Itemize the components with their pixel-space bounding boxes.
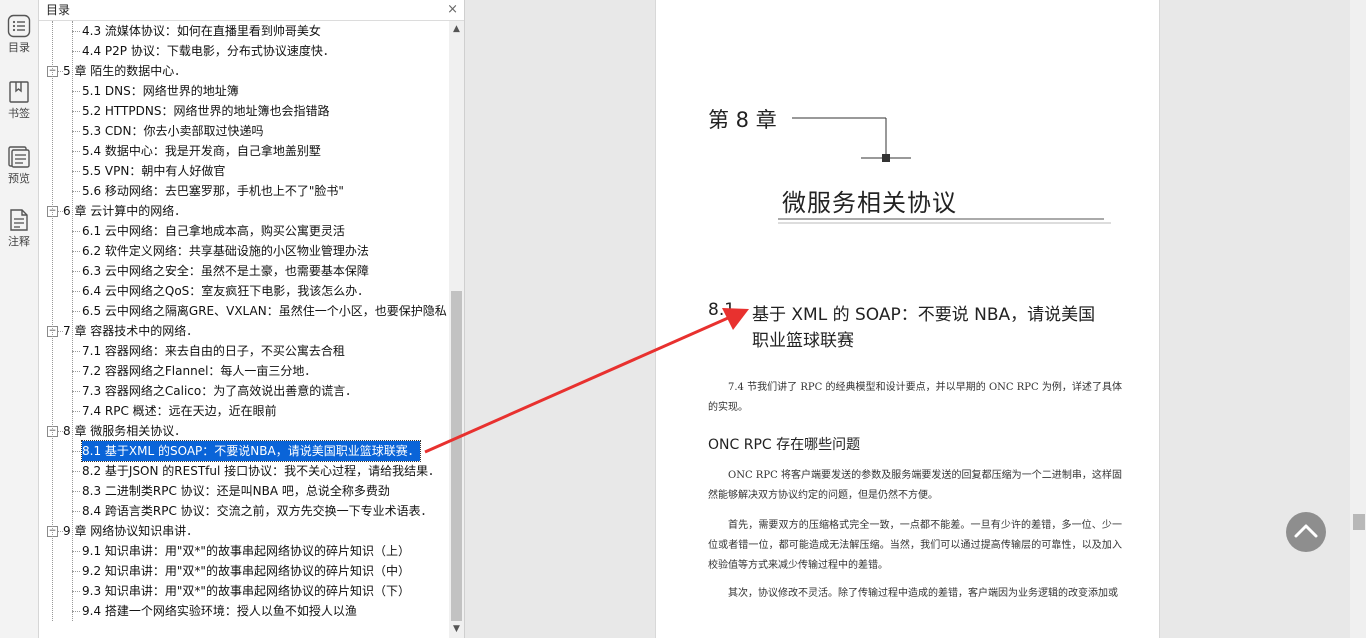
rail-label-preview: 预览 xyxy=(8,172,30,185)
toc-section-item[interactable]: 8.4 跨语言类RPC 协议：交流之前，双方先交换一下专业术语表． xyxy=(82,501,433,521)
rail-item-toc[interactable]: 目录 xyxy=(0,14,38,55)
toc-scroll-thumb[interactable] xyxy=(451,291,462,621)
toc-section-item[interactable]: 8.1 基于XML 的SOAP：不要说NBA，请说美国职业篮球联赛． xyxy=(81,440,421,462)
close-icon[interactable]: × xyxy=(447,0,458,20)
toc-tree: 4.3 流媒体协议：如何在直播里看到帅哥美女 4.4 P2P 协议：下载电影，分布… xyxy=(39,21,449,638)
toc-section-item[interactable]: 5.4 数据中心：我是开发商，自己拿地盖别墅 xyxy=(82,141,321,161)
toc-section-item[interactable]: 5.1 DNS：网络世界的地址簿 xyxy=(82,81,239,101)
rail-label-annotation: 注释 xyxy=(8,235,30,248)
toc-section-item[interactable]: 9.1 知识串讲：用"双*"的故事串起网络协议的碎片知识（上） xyxy=(82,541,410,561)
toc-section-item[interactable]: 7.3 容器网络之Calico：为了高效说出善意的谎言． xyxy=(82,381,357,401)
subheading: ONC RPC 存在哪些问题 xyxy=(708,437,861,453)
toc-header: 目录 × xyxy=(39,0,464,21)
chevron-up-icon xyxy=(1294,524,1318,538)
section-number: 8.1 xyxy=(708,300,736,320)
toc-chapter-item[interactable]: 7 章 容器技术中的网络． xyxy=(63,321,198,341)
toc-section-item[interactable]: 6.3 云中网络之安全：虽然不是土豪，也需要基本保障 xyxy=(82,261,369,281)
toc-section-item[interactable]: 5.5 VPN：朝中有人好做官 xyxy=(82,161,225,181)
toc-chapter-item[interactable]: 8 章 微服务相关协议． xyxy=(63,421,186,441)
document-page: 第 8 章 微服务相关协议 8.1 基于 XML 的 SOAP：不要说 NBA，… xyxy=(655,0,1160,638)
section-title-line1: 基于 XML 的 SOAP：不要说 NBA，请说美国 xyxy=(752,305,1096,325)
toc-section-item[interactable]: 7.2 容器网络之Flannel：每人一亩三分地． xyxy=(82,361,316,381)
toc-section-item[interactable]: 5.2 HTTPDNS：网络世界的地址簿也会指错路 xyxy=(82,101,329,121)
toc-chapter-item[interactable]: 9 章 网络协议知识串讲． xyxy=(63,521,198,541)
rail-label-bookmark: 书签 xyxy=(8,107,30,120)
paragraph-second: 其次，协议修改不灵活。除了传输过程中造成的差错，客户端因为业务逻辑的改变添加或 xyxy=(728,588,1118,599)
toc-section-item[interactable]: 5.6 移动网络：去巴塞罗那，手机也上不了"脸书" xyxy=(82,181,344,201)
toc-title: 目录 xyxy=(46,3,71,17)
page-scroll-thumb[interactable] xyxy=(1353,514,1365,530)
toc-scrollbar[interactable]: ▲ ▼ xyxy=(449,21,464,638)
toc-panel: 目录 × 4.3 流媒体协议：如何在直播里看到帅哥美女 4.4 P2P 协议：下载… xyxy=(39,0,465,638)
toc-chapter-item[interactable]: 6 章 云计算中的网络． xyxy=(63,201,186,221)
preview-icon xyxy=(8,146,30,168)
scroll-up-arrow-icon[interactable]: ▲ xyxy=(449,21,464,38)
toc-section-item[interactable]: 5.3 CDN：你去小卖部取过快递吗 xyxy=(82,121,264,141)
chapter-title: 微服务相关协议 xyxy=(782,189,957,217)
toc-section-item[interactable]: 4.4 P2P 协议：下载电影，分布式协议速度快． xyxy=(82,41,335,61)
toc-section-item[interactable]: 6.5 云中网络之隔离GRE、VXLAN：虽然住一个小区，也要保护隐私 xyxy=(82,301,447,321)
toc-section-item[interactable]: 9.4 搭建一个网络实验环境：授人以鱼不如授人以渔 xyxy=(82,601,357,621)
toc-section-item[interactable]: 7.4 RPC 概述：远在天边，近在眼前 xyxy=(82,401,277,421)
paragraph-first: 首先，需要双方的压缩格式完全一致，一点都不能差。一旦有少许的差错，多一位、少一位… xyxy=(708,520,1122,571)
toc-section-item[interactable]: 9.3 知识串讲：用"双*"的故事串起网络协议的碎片知识（下） xyxy=(82,581,410,601)
scroll-down-arrow-icon[interactable]: ▼ xyxy=(449,621,464,638)
annotation-icon xyxy=(10,209,28,231)
toc-section-item[interactable]: 9.2 知识串讲：用"双*"的故事串起网络协议的碎片知识（中） xyxy=(82,561,410,581)
side-rail: 目录 书签 预览 注释 xyxy=(0,0,39,638)
toc-section-item[interactable]: 4.3 流媒体协议：如何在直播里看到帅哥美女 xyxy=(82,21,321,41)
toc-section-item[interactable]: 7.1 容器网络：来去自由的日子，不买公寓去合租 xyxy=(82,341,345,361)
toc-chapter-item[interactable]: 5 章 陌生的数据中心． xyxy=(63,61,186,81)
section-title-line2: 职业篮球联赛 xyxy=(752,331,854,351)
toc-section-item[interactable]: 6.2 软件定义网络：共享基础设施的小区物业管理办法 xyxy=(82,241,369,261)
rail-item-annotation[interactable]: 注释 xyxy=(0,208,38,249)
paragraph-intro: 7.4 节我们讲了 RPC 的经典模型和设计要点，并以早期的 ONC RPC 为… xyxy=(708,382,1122,413)
back-to-top-button[interactable] xyxy=(1286,512,1326,552)
toc-section-item[interactable]: 6.1 云中网络：自己拿地成本高，购买公寓更灵活 xyxy=(82,221,345,241)
bookmark-icon xyxy=(9,81,29,103)
page-scrollbar[interactable] xyxy=(1350,0,1366,638)
paragraph-problem: ONC RPC 将客户端要发送的参数及服务端要发送的回复都压缩为一个二进制串，这… xyxy=(708,470,1122,501)
toc-section-item[interactable]: 8.2 基于JSON 的RESTful 接口协议：我不关心过程，请给我结果． xyxy=(82,461,440,481)
toc-list-icon xyxy=(7,14,31,38)
rail-item-bookmark[interactable]: 书签 xyxy=(0,80,38,121)
rail-label-toc: 目录 xyxy=(8,41,30,54)
rail-item-preview[interactable]: 预览 xyxy=(0,145,38,186)
toc-section-item[interactable]: 8.3 二进制类RPC 协议：还是叫NBA 吧，总说全称多费劲 xyxy=(82,481,390,501)
toc-section-item[interactable]: 6.4 云中网络之QoS：室友疯狂下电影，我该怎么办． xyxy=(82,281,369,301)
